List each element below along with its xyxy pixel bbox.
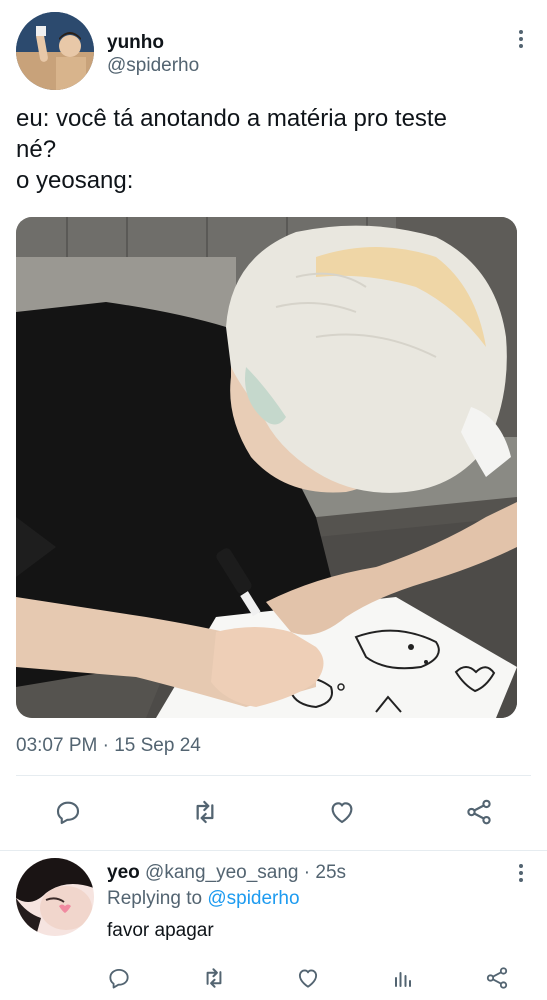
tweet-text: eu: você tá anotando a matéria pro teste… [16,103,531,196]
author-avatar[interactable] [16,12,94,90]
share-icon[interactable] [477,958,517,998]
tweet-photo[interactable] [16,217,517,718]
reply-tweet[interactable]: yeo @kang_yeo_sang · 25s Replying to @sp… [0,852,547,1000]
analytics-icon[interactable] [383,958,423,998]
share-icon[interactable] [457,790,501,834]
divider [0,850,547,851]
tweet-text-line: o yeosang: [16,167,134,194]
retweet-icon[interactable] [183,790,227,834]
replying-to: Replying to @spiderho [107,888,300,910]
tweet-actions [0,790,547,834]
tweet-header: yunho @spiderho [16,12,531,92]
reply-icon[interactable] [46,790,90,834]
reply-text: favor apagar [107,920,214,941]
tweet-date: 15 Sep 24 [114,735,201,756]
reply-author-handle[interactable]: @kang_yeo_sang [145,862,298,883]
reply-more-options-icon[interactable] [511,862,531,884]
reply-meta-separator: · [303,862,311,883]
reply-author-name[interactable]: yeo [107,862,140,883]
reply-meta: yeo @kang_yeo_sang · 25s [107,862,346,884]
tweet-text-line: eu: você tá anotando a matéria pro teste [16,105,447,132]
divider [16,775,531,776]
retweet-icon[interactable] [194,958,234,998]
reply-actions [0,958,547,998]
replying-to-label: Replying to [107,888,203,909]
tweet-text-line: né? [16,136,57,163]
tweet-timestamp[interactable]: 03:07 PM · 15 Sep 24 [16,735,201,757]
reply-author-avatar[interactable] [16,858,94,936]
like-icon[interactable] [288,958,328,998]
more-options-icon[interactable] [511,26,531,52]
reply-age: 25s [315,862,347,883]
author-handle[interactable]: @spiderho [107,55,199,77]
tweet-time: 03:07 PM [16,735,98,756]
author-name[interactable]: yunho [107,32,164,54]
like-icon[interactable] [320,790,364,834]
replying-to-mention[interactable]: @spiderho [207,888,299,909]
reply-icon[interactable] [99,958,139,998]
timestamp-separator: · [102,735,109,756]
